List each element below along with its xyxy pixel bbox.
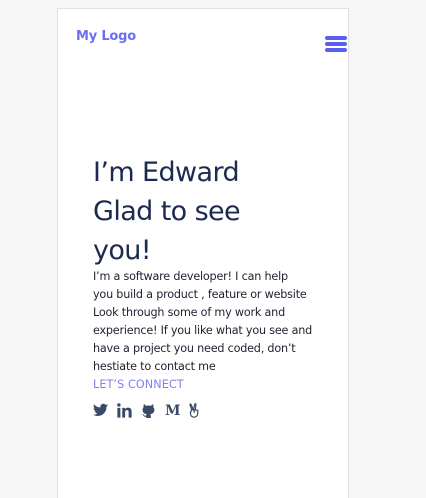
intro-line: I’m a software developer! I can help — [93, 270, 288, 283]
intro-line: experience! If you like what you see and — [93, 324, 313, 337]
linkedin-link[interactable] — [117, 403, 132, 419]
twitter-icon — [93, 403, 108, 416]
intro-paragraph: I’m a software developer! I can help you… — [93, 268, 343, 376]
intro-line: hestiate to contact me — [93, 360, 216, 373]
hero-title: I’m Edward Glad to see you! — [93, 153, 333, 270]
lets-connect-link[interactable]: LET’S CONNECT — [93, 378, 184, 392]
hamburger-menu-icon-bottom-bar — [325, 48, 347, 52]
social-links: M — [93, 403, 209, 419]
linkedin-icon — [117, 403, 132, 418]
menu-button[interactable] — [325, 36, 347, 52]
hero-title-line: I’m Edward — [93, 157, 240, 188]
hamburger-menu-icon-middle-bar — [325, 42, 347, 46]
medium-icon: M — [165, 403, 181, 419]
twitter-link[interactable] — [93, 403, 108, 419]
mobile-viewport: My Logo I’m Edward Glad to see you! I’m … — [57, 8, 349, 498]
github-icon — [142, 404, 155, 418]
peace-hand-link[interactable] — [188, 403, 200, 419]
intro-line: you build a product , feature or website — [93, 288, 307, 301]
github-link[interactable] — [141, 403, 156, 419]
site-logo[interactable]: My Logo — [76, 29, 136, 44]
intro-line: have a project you need coded, don’t — [93, 342, 296, 355]
medium-link[interactable]: M — [165, 403, 181, 419]
hero-title-line: you! — [93, 235, 152, 266]
hamburger-menu-icon — [325, 36, 347, 40]
intro-line: Look through some of my work and — [93, 306, 285, 319]
hero-title-line: Glad to see — [93, 196, 241, 227]
peace-hand-icon — [188, 403, 198, 418]
